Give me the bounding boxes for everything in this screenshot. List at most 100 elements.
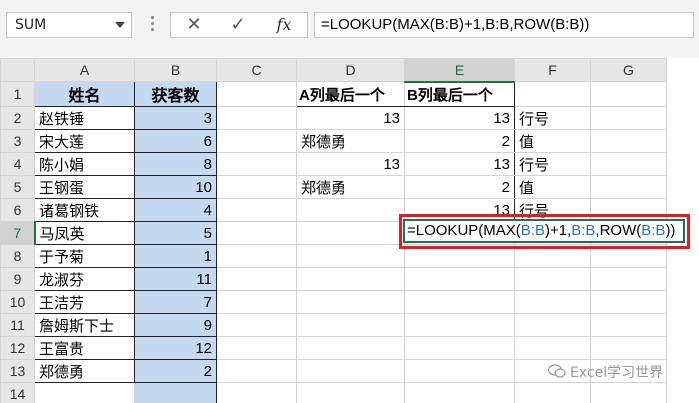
chevron-down-icon[interactable] (115, 22, 125, 28)
cell-c11[interactable] (216, 313, 297, 337)
cell-g5[interactable] (590, 175, 667, 199)
cell-b2[interactable]: 3 (134, 106, 217, 130)
cell-g12[interactable] (590, 336, 667, 360)
cell-f4[interactable]: 行号 (514, 152, 591, 176)
cell-f2[interactable]: 行号 (514, 106, 591, 130)
column-header-a[interactable]: A (34, 58, 135, 82)
cell-f11[interactable] (514, 313, 591, 337)
column-header-g[interactable]: G (590, 58, 667, 82)
cell-a4[interactable]: 陈小娟 (34, 152, 135, 176)
cell-e10[interactable] (404, 290, 515, 314)
cell-d3[interactable]: 郑德勇 (296, 129, 405, 153)
cell-g14[interactable] (590, 382, 667, 403)
cell-b1[interactable]: 获客数 (134, 81, 217, 107)
cell-d9[interactable] (296, 267, 405, 291)
cell-g3[interactable] (590, 129, 667, 153)
row-header-10[interactable]: 10 (0, 290, 35, 314)
cell-e11[interactable] (404, 313, 515, 337)
name-box[interactable]: SUM (6, 12, 132, 38)
cell-d6[interactable] (296, 198, 405, 222)
cell-f12[interactable] (514, 336, 591, 360)
row-header-3[interactable]: 3 (0, 129, 35, 153)
cell-g11[interactable] (590, 313, 667, 337)
cell-a8[interactable]: 于予菊 (34, 244, 135, 268)
row-header-7[interactable]: 7 (0, 221, 36, 245)
column-header-d[interactable]: D (296, 58, 405, 82)
row-header-9[interactable]: 9 (0, 267, 35, 291)
cell-e12[interactable] (404, 336, 515, 360)
cell-c14[interactable] (216, 382, 297, 403)
cell-f9[interactable] (514, 267, 591, 291)
cell-g2[interactable] (590, 106, 667, 130)
cell-f14[interactable] (514, 382, 591, 403)
cell-d14[interactable] (296, 382, 405, 403)
cell-d13[interactable] (296, 359, 405, 383)
row-header-5[interactable]: 5 (0, 175, 35, 199)
cell-e4[interactable]: 13 (404, 152, 515, 176)
cell-a12[interactable]: 王富贵 (34, 336, 135, 360)
cell-d1[interactable]: A列最后一个 (296, 81, 405, 107)
cancel-icon[interactable]: ✕ (173, 13, 215, 37)
row-header-11[interactable]: 11 (0, 313, 35, 337)
column-header-f[interactable]: F (514, 58, 591, 82)
cell-b10[interactable]: 7 (134, 290, 217, 314)
cell-a5[interactable]: 王钢蛋 (34, 175, 135, 199)
cell-f5[interactable]: 值 (514, 175, 591, 199)
cell-b8[interactable]: 1 (134, 244, 217, 268)
cell-c5[interactable] (216, 175, 297, 199)
cell-b5[interactable]: 10 (134, 175, 217, 199)
cell-b11[interactable]: 9 (134, 313, 217, 337)
column-header-e[interactable]: E (404, 58, 515, 83)
row-header-8[interactable]: 8 (0, 244, 35, 268)
cell-b4[interactable]: 8 (134, 152, 217, 176)
cell-c7[interactable] (216, 221, 297, 245)
row-header-6[interactable]: 6 (0, 198, 35, 222)
cell-e13[interactable] (404, 359, 515, 383)
cell-c9[interactable] (216, 267, 297, 291)
cell-d7[interactable] (296, 221, 405, 245)
cell-b12[interactable]: 12 (134, 336, 217, 360)
cell-c13[interactable] (216, 359, 297, 383)
cell-a11[interactable]: 詹姆斯下士 (34, 313, 135, 337)
cell-f10[interactable] (514, 290, 591, 314)
cell-g9[interactable] (590, 267, 667, 291)
row-header-13[interactable]: 13 (0, 359, 35, 383)
cell-d4[interactable]: 13 (296, 152, 405, 176)
row-header-4[interactable]: 4 (0, 152, 35, 176)
insert-function-icon[interactable]: fx (263, 13, 305, 37)
column-header-c[interactable]: C (216, 58, 297, 82)
column-header-b[interactable]: B (134, 58, 217, 82)
cell-d12[interactable] (296, 336, 405, 360)
cell-a7[interactable]: 马凤英 (34, 221, 135, 245)
cell-g10[interactable] (590, 290, 667, 314)
cell-d2[interactable]: 13 (296, 106, 405, 130)
cell-e5[interactable]: 2 (404, 175, 515, 199)
cell-g4[interactable] (590, 152, 667, 176)
cell-c3[interactable] (216, 129, 297, 153)
drag-handle-icon[interactable] (151, 16, 154, 34)
cell-d10[interactable] (296, 290, 405, 314)
cell-e2[interactable]: 13 (404, 106, 515, 130)
formula-input[interactable]: =LOOKUP(MAX(B:B)+1,B:B,ROW(B:B)) (314, 12, 694, 38)
cell-b6[interactable]: 4 (134, 198, 217, 222)
cell-b7[interactable]: 5 (134, 221, 217, 245)
cell-a9[interactable]: 龙淑芬 (34, 267, 135, 291)
cell-a14[interactable] (34, 382, 135, 403)
row-header-14[interactable]: 14 (0, 382, 35, 403)
row-header-2[interactable]: 2 (0, 106, 35, 130)
row-header-12[interactable]: 12 (0, 336, 35, 360)
cell-c8[interactable] (216, 244, 297, 268)
cell-d11[interactable] (296, 313, 405, 337)
cell-e3[interactable]: 2 (404, 129, 515, 153)
cell-c10[interactable] (216, 290, 297, 314)
cell-e14[interactable] (404, 382, 515, 403)
confirm-icon[interactable]: ✓ (217, 13, 259, 37)
cell-c6[interactable] (216, 198, 297, 222)
cell-f1[interactable] (514, 81, 591, 107)
cell-d8[interactable] (296, 244, 405, 268)
cell-a1[interactable]: 姓名 (34, 81, 135, 107)
cell-e9[interactable] (404, 267, 515, 291)
cell-c1[interactable] (216, 81, 297, 107)
cell-b3[interactable]: 6 (134, 129, 217, 153)
cell-a2[interactable]: 赵铁锤 (34, 106, 135, 130)
